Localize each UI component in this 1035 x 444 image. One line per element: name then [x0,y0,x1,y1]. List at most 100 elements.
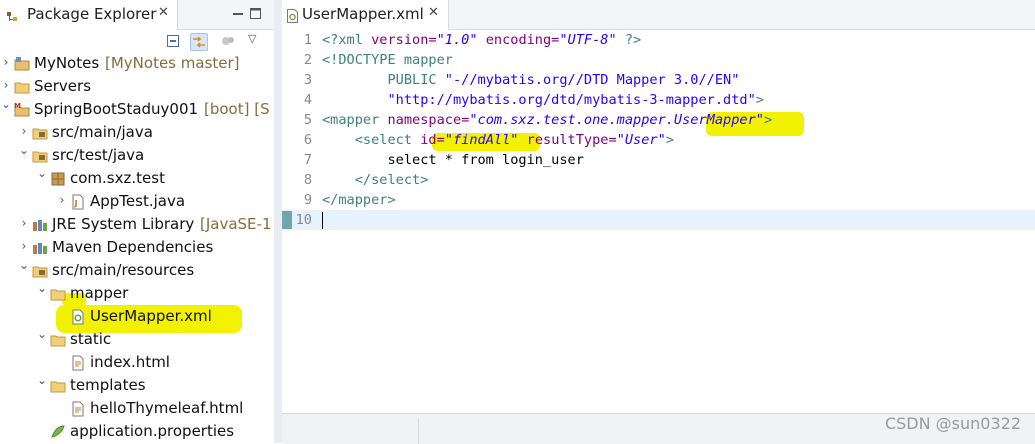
project-icon [14,56,30,72]
minimize-icon[interactable] [232,5,245,18]
close-icon[interactable]: ✕ [428,5,439,20]
xml-file-icon [286,8,299,23]
code-area[interactable]: 1 2 3 4 5 6 7 8 9 10 <?xml version="1.0" encoding… [282,30,1035,412]
tab-package-explorer[interactable]: Package Explorer ✕ [0,0,178,30]
tree-item-label: Maven Dependencies [52,238,214,256]
tree-item[interactable]: › J AppTest.java [0,190,274,213]
code-token: "findAll" [444,132,519,148]
tree-item-label: index.html [90,353,170,371]
code-line[interactable]: select * from login_user [322,152,584,168]
chevron-down-icon[interactable]: ⌄ [36,327,48,341]
code-line[interactable]: </select> [322,172,429,188]
code-token: "1.0" [436,32,478,48]
folder-icon [50,378,66,394]
chevron-down-icon[interactable]: ⌄ [18,258,30,272]
code-token: id= [420,132,445,148]
tree-item[interactable]: › Maven Dependencies [0,236,274,259]
package-icon [50,171,66,187]
chevron-down-icon[interactable]: ⌄ [0,97,12,111]
code-line[interactable]: </mapper> [322,192,396,208]
chevron-right-icon[interactable]: › [0,78,12,92]
package-explorer-tabbar: Package Explorer ✕ [0,0,274,30]
line-number: 5 [303,112,312,128]
svg-text:M: M [14,102,21,110]
tree-item[interactable]: › MyNotes [MyNotes master] [0,52,274,75]
tree-item-label: MyNotes [34,54,100,72]
package-explorer-toolbar: ▽ [0,30,274,52]
svg-text:J: J [74,199,78,208]
chevron-down-icon[interactable]: ⌄ [36,373,48,387]
package-explorer-icon [6,8,18,21]
tree-item[interactable]: ⌄ src/main/resources [0,258,274,282]
tree-item[interactable]: ⌄ templates [0,373,274,397]
tree-item-label: JRE System Library [52,215,195,233]
tree-item-label: src/main/resources [52,261,195,279]
tree-item-label: application.properties [70,422,235,440]
tree-item[interactable]: application.properties [0,420,274,443]
chevron-right-icon[interactable]: › [18,124,30,138]
chevron-right-icon[interactable]: › [0,55,12,69]
html-file-icon [70,355,86,371]
close-icon[interactable]: ✕ [158,5,169,20]
code-line[interactable]: "http://mybatis.org/dtd/mybatis-3-mapper… [322,92,763,108]
chevron-right-icon[interactable]: › [18,216,30,230]
tree-item[interactable]: › JRE System Library [JavaSE-1 [0,213,274,236]
line-number: 3 [303,72,312,88]
focus-on-active-task-icon[interactable] [220,33,236,49]
code-line[interactable]: <!DOCTYPE mapper [322,52,453,68]
library-icon [32,217,48,233]
tree-item[interactable]: ⌄ static [0,327,274,351]
code-line[interactable]: <select id="findAll" resultType="User"> [322,132,674,148]
tree-item[interactable]: ⌄ src/test/java [0,143,274,167]
code-token: ?> [616,32,642,48]
line-number: 1 [303,32,312,48]
bottom-tab[interactable] [288,418,419,444]
line-number: 2 [303,52,312,68]
tree-item[interactable]: helloThymeleaf.html [0,397,274,420]
tree-item[interactable]: index.html [0,351,274,374]
maven-project-icon: M [14,102,30,118]
view-separator [274,0,282,443]
tree-item[interactable]: › src/main/java [0,121,274,144]
code-token: <!DOCTYPE mapper [322,52,453,68]
chevron-down-icon[interactable]: ⌄ [36,166,48,180]
chevron-down-icon[interactable]: ⌄ [36,281,48,295]
tree-item-label: templates [70,376,146,394]
code-line[interactable]: <mapper namespace="com.sxz.test.one.mapp… [322,112,772,128]
collapse-all-icon[interactable] [165,33,181,49]
html-file-icon [70,401,86,417]
code-line[interactable]: <?xml version="1.0" encoding="UTF-8" ?> [322,32,641,48]
java-file-icon: J [70,194,86,210]
code-token: <mapper [322,112,388,128]
tab-usermapper-xml[interactable]: UserMapper.xml ✕ [282,0,449,30]
chevron-right-icon[interactable]: › [56,193,68,207]
tree-item-label: UserMapper.xml [90,307,212,325]
editor-tabbar: UserMapper.xml ✕ [282,0,1035,30]
code-token: select * from login_user [322,152,584,168]
code-token: PUBLIC [322,72,445,88]
maximize-icon[interactable] [249,5,262,19]
line-number: 7 [303,152,312,168]
tree-item[interactable]: ⌄ mapper [0,281,274,305]
tab-title: UserMapper.xml [302,5,424,23]
tree-item-label: static [70,330,112,348]
line-number: 8 [303,172,312,188]
chevron-right-icon[interactable]: › [18,239,30,253]
code-token: "User" [616,132,666,148]
tree-item[interactable]: UserMapper.xml [0,305,274,328]
chevron-down-icon[interactable]: ⌄ [18,143,30,157]
code-line[interactable]: PUBLIC "-//mybatis.org//DTD Mapper 3.0//… [322,72,739,88]
tree-item[interactable]: ⌄ M SpringBootStaduy001 [boot] [S [0,97,274,121]
code-token: encoding= [485,32,560,48]
tree-item[interactable]: › Servers [0,75,274,98]
code-token: "http://mybatis.org/dtd/mybatis-3-mapper… [387,92,756,108]
text-caret [322,212,323,229]
code-token: "-//mybatis.org//DTD Mapper 3.0//EN" [444,72,740,88]
view-menu-chevron-down-icon[interactable]: ▽ [248,32,264,48]
link-with-editor-icon[interactable] [190,33,208,51]
folder-icon [50,332,66,348]
code-token: "com.sxz.test.one.mapper.UserMapper" [469,112,764,128]
xml-editor: UserMapper.xml ✕ 1 2 3 4 5 6 7 8 9 10 <?xml versi… [282,0,1035,444]
tree-item[interactable]: ⌄ com.sxz.test [0,166,274,190]
